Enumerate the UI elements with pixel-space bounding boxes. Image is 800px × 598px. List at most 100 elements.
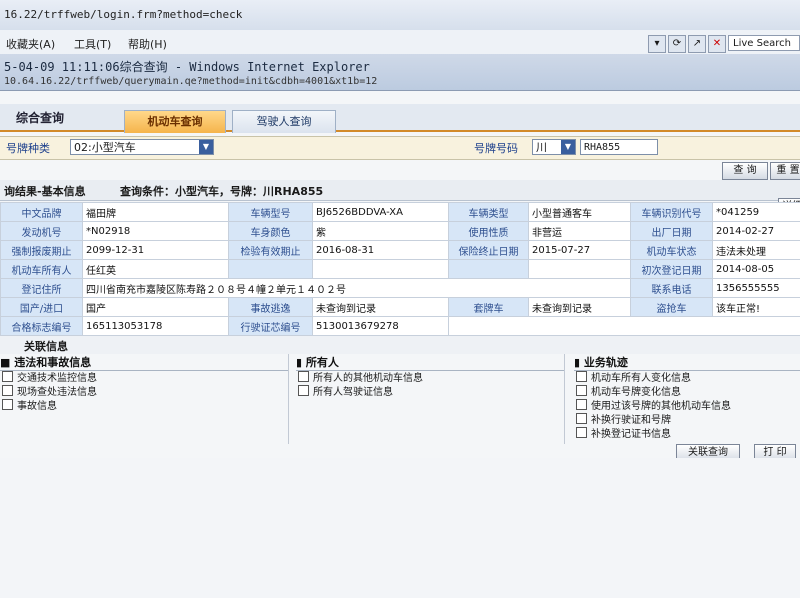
field-value: 该车正常! [712,297,800,317]
field-label: 车辆识别代号 [630,202,713,222]
checkbox-item[interactable]: 补换行驶证和号牌 [576,413,800,427]
field-label: 保险终止日期 [448,240,529,260]
checkbox-item[interactable]: 机动车号牌变化信息 [576,385,800,399]
panel-title-text: 所有人 [305,356,339,369]
checkbox-item[interactable]: 现场查处违法信息 [2,385,288,399]
address-value: 四川省南充市嘉陵区陈寿路２０８号４幢２单元１４０２号 [82,278,631,298]
reset-button[interactable]: 重 置 [770,162,800,180]
field-value: 未查询到记录 [528,297,631,317]
menu-favorites[interactable]: 收藏夹(A) [6,36,55,52]
field-value [312,259,449,279]
field-value: 2014-08-05 [712,259,800,279]
checkbox-item[interactable]: 补换登记证书信息 [576,427,800,441]
checkbox-item[interactable]: 所有人的其他机动车信息 [298,371,564,385]
field-label [448,259,529,279]
field-value: 小型普通客车 [528,202,631,222]
panel-title-text: 违法和事故信息 [14,356,92,369]
field-label [228,259,313,279]
go-icon[interactable]: ↗ [688,35,706,53]
panel-business-trace: ▮ 业务轨迹 机动车所有人变化信息 机动车号牌变化信息 使用过该号牌的其他机动车… [574,354,800,444]
checkbox[interactable] [298,385,309,396]
table-row: 机动车所有人 任红英 初次登记日期 2014-08-05 [0,259,800,279]
checkbox-item[interactable]: 机动车所有人变化信息 [576,371,800,385]
bullet-icon: ▮ [574,356,584,369]
panel-title: ■ 违法和事故信息 [0,354,288,371]
field-label: 车辆类型 [448,202,529,222]
checkbox[interactable] [2,371,13,382]
table-row: 发动机号 *N02918 车身颜色 紫 使用性质 非营运 出厂日期 2014-0… [0,221,800,241]
checkbox-label: 所有人的其他机动车信息 [313,373,423,384]
plate-number-label: 号牌号码 [474,142,518,155]
field-label: 检验有效期止 [228,240,313,260]
field-value: BJ6526BDDVA-XA [312,202,449,222]
result-header: 询结果-基本信息 [4,185,86,198]
window-title: 5-04-09 11:11:06综合查询 - Windows Internet … [4,60,370,74]
query-button[interactable]: 查 询 [722,162,768,180]
checkbox[interactable] [576,413,587,424]
stop-icon[interactable]: ✕ [708,35,726,53]
field-value: 2099-12-31 [82,240,229,260]
field-label: 发动机号 [0,221,83,241]
field-value: 5130013679278 [312,316,449,336]
checkbox-item[interactable]: 所有人驾驶证信息 [298,385,564,399]
checkbox[interactable] [2,399,13,410]
empty-cell [448,316,800,336]
checkbox-item[interactable]: 交通技术监控信息 [2,371,288,385]
field-value: 165113053178 [82,316,229,336]
checkbox[interactable] [576,427,587,438]
field-value: 2015-07-27 [528,240,631,260]
related-header-bar [0,336,800,354]
field-value: 福田牌 [82,202,229,222]
section-header [0,104,800,132]
plate-number-input[interactable]: RHA855 [580,139,658,155]
field-label: 使用性质 [448,221,529,241]
checkbox[interactable] [576,371,587,382]
field-label: 出厂日期 [630,221,713,241]
tab-vehicle-query[interactable]: 机动车查询 [124,110,226,133]
table-row: 合格标志编号 165113053178 行驶证芯编号 5130013679278 [0,316,800,336]
checkbox-label: 使用过该号牌的其他机动车信息 [591,401,731,412]
province-select[interactable]: 川 ▼ [532,139,576,155]
field-value: 2016-08-31 [312,240,449,260]
field-label: 初次登记日期 [630,259,713,279]
checkbox-label: 机动车所有人变化信息 [591,373,691,384]
field-value [528,259,631,279]
table-row: 强制报废期止 2099-12-31 检验有效期止 2016-08-31 保险终止… [0,240,800,260]
field-label: 机动车所有人 [0,259,83,279]
dropdown-icon[interactable]: ▾ [648,35,666,53]
plate-type-value: 02:小型汽车 [74,141,136,154]
table-row: 登记住所 四川省南充市嘉陵区陈寿路２０８号４幢２单元１４０２号 联系电话 135… [0,278,800,298]
field-label: 联系电话 [630,278,713,298]
tab-driver-query[interactable]: 驾驶人查询 [232,110,336,133]
checkbox-item[interactable]: 事故信息 [2,399,288,413]
menu-tools[interactable]: 工具(T) [74,36,111,52]
plate-type-label: 号牌种类 [6,142,50,155]
field-label: 登记住所 [0,278,83,298]
vehicle-status-value: 违法未处理 [712,240,800,260]
plate-type-select[interactable]: 02:小型汽车 ▼ [70,139,214,155]
bullet-icon: ▮ [296,356,306,369]
field-value: 1356555555 [712,278,800,298]
refresh-icon[interactable]: ⟳ [668,35,686,53]
panel-title: ▮ 业务轨迹 [574,354,800,371]
checkbox-item[interactable]: 使用过该号牌的其他机动车信息 [576,399,800,413]
panel-violations: ■ 违法和事故信息 交通技术监控信息 现场查处违法信息 事故信息 [0,354,289,444]
panel-title-text: 业务轨迹 [583,356,628,369]
chevron-down-icon: ▼ [199,140,213,154]
address-url[interactable]: 16.22/trffweb/login.frm?method=check [4,8,242,21]
checkbox[interactable] [298,371,309,382]
checkbox[interactable] [576,385,587,396]
checkbox[interactable] [576,399,587,410]
field-label: 国产/进口 [0,297,83,317]
field-label: 盗抢车 [630,297,713,317]
live-search-box[interactable]: Live Search [728,35,800,51]
checkbox-label: 所有人驾驶证信息 [313,387,393,398]
chevron-down-icon: ▼ [561,140,575,154]
menu-help[interactable]: 帮助(H) [128,36,167,52]
field-label: 中文品牌 [0,202,83,222]
checkbox[interactable] [2,385,13,396]
field-value: 国产 [82,297,229,317]
page-footer-area [0,458,800,598]
field-label: 行驶证芯编号 [228,316,313,336]
field-value: 2014-02-27 [712,221,800,241]
